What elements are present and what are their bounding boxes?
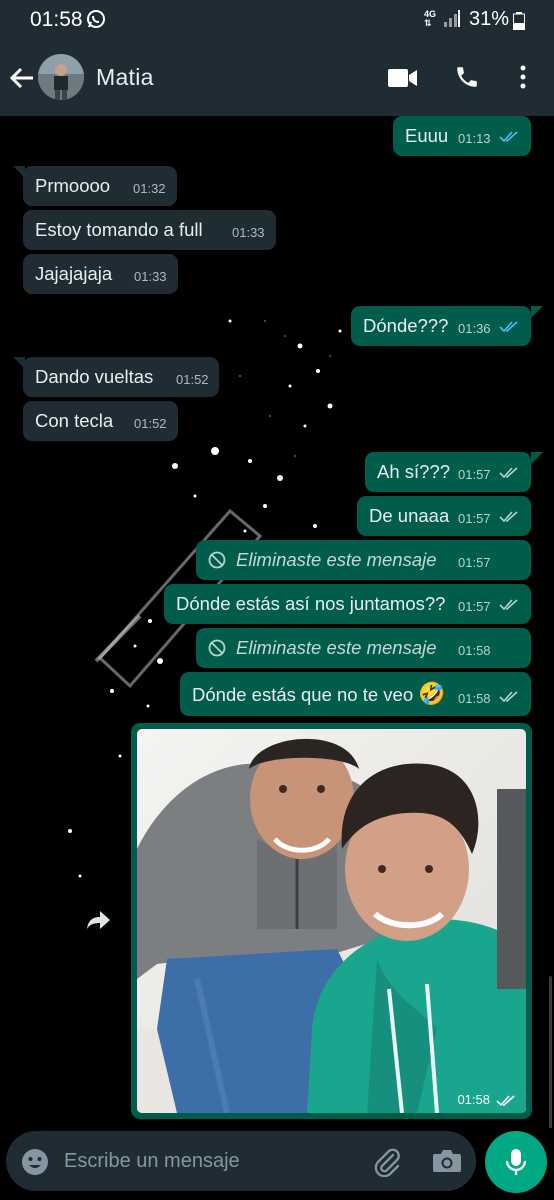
message-text: Eliminaste este mensaje [236, 549, 437, 570]
battery-percent: 31% [469, 8, 510, 30]
message-outgoing[interactable]: De unaaa 01:57 [357, 496, 531, 536]
message-outgoing[interactable]: Ah sí??? 01:57 [365, 452, 531, 492]
camera-icon[interactable] [432, 1148, 462, 1174]
more-menu-icon[interactable] [516, 64, 530, 90]
message-text: Eliminaste este mensaje [236, 637, 437, 658]
message-input[interactable]: Escribe un mensaje [64, 1150, 240, 1173]
message-text: Euuu [405, 125, 449, 146]
message-time: 01:57 [458, 511, 491, 526]
message-incoming[interactable]: Con tecla 01:52 [23, 401, 178, 441]
mic-icon [505, 1149, 527, 1175]
whatsapp-icon [87, 10, 105, 28]
message-time: 01:58 [458, 691, 491, 706]
message-deleted[interactable]: Eliminaste este mensaje 01:58 [196, 628, 531, 668]
message-deleted[interactable]: Eliminaste este mensaje 01:57 [196, 540, 531, 580]
message-incoming[interactable]: Prmoooo 01:32 [23, 166, 177, 206]
blocked-icon [208, 551, 226, 569]
chat-header: Matia [0, 40, 554, 116]
message-time: 01:57 [458, 467, 491, 482]
video-call-icon[interactable] [388, 67, 418, 89]
message-time: 01:33 [232, 225, 265, 240]
message-time: 01:13 [458, 131, 491, 146]
double-check-icon [499, 511, 518, 523]
battery-icon [513, 12, 525, 30]
chat-area[interactable]: Euuu 01:13 Prmoooo 01:32 Estoy tomando a… [0, 116, 554, 1128]
message-text: Ah sí??? [377, 461, 451, 482]
double-check-icon [499, 131, 518, 143]
forward-icon[interactable] [86, 909, 112, 931]
emoji-icon[interactable] [21, 1148, 49, 1176]
back-arrow-icon[interactable] [8, 64, 36, 92]
status-bar: 01:58 4G ⇅ 31% [0, 0, 554, 40]
mic-button[interactable] [485, 1131, 547, 1193]
signal-icon [444, 10, 460, 27]
blocked-icon [208, 639, 226, 657]
double-check-icon [499, 599, 518, 611]
message-text: Dónde estás así nos juntamos?? [176, 593, 446, 614]
message-outgoing[interactable]: Dónde estás así nos juntamos?? 01:57 [164, 584, 531, 624]
message-incoming[interactable]: Estoy tomando a full 01:33 [23, 210, 276, 250]
message-text: Dónde estás que no te veo 🤣 [192, 681, 446, 707]
double-check-icon [496, 1095, 515, 1107]
status-time: 01:58 [30, 8, 83, 31]
message-outgoing[interactable]: Dónde estás que no te veo 🤣 01:58 [180, 672, 531, 716]
message-text: Dónde??? [363, 315, 449, 336]
double-check-icon [499, 691, 518, 703]
message-time: 01:58 [458, 643, 491, 658]
message-time: 01:32 [133, 181, 166, 196]
message-incoming[interactable]: Jajajajaja 01:33 [23, 254, 178, 294]
avatar[interactable] [38, 54, 84, 100]
message-text: Jajajajaja [35, 263, 113, 284]
double-check-icon [499, 467, 518, 479]
message-time: 01:33 [134, 269, 167, 284]
bubble-tail [531, 452, 543, 464]
message-text: Con tecla [35, 410, 114, 431]
message-time: 01:36 [458, 321, 491, 336]
message-text: De unaaa [369, 505, 450, 526]
message-text: Prmoooo [35, 175, 111, 196]
message-incoming[interactable]: Dando vueltas 01:52 [23, 357, 219, 397]
scrollbar[interactable] [549, 976, 552, 1128]
message-time: 01:52 [176, 372, 209, 387]
double-check-icon [499, 321, 518, 333]
network-type: 4G ⇅ [424, 9, 437, 28]
laughing-emoji-icon: 🤣 [418, 681, 446, 706]
message-text: Dando vueltas [35, 366, 154, 387]
message-time: 01:52 [134, 416, 167, 431]
bubble-tail [531, 306, 543, 318]
message-outgoing[interactable]: Euuu 01:13 [393, 116, 531, 156]
message-text: Estoy tomando a full [35, 219, 203, 240]
contact-name[interactable]: Matia [96, 64, 154, 91]
message-image[interactable]: 01:58 [131, 723, 532, 1119]
phone-icon[interactable] [454, 64, 480, 90]
message-input-box[interactable]: Escribe un mensaje [6, 1131, 476, 1191]
photo-thumbnail[interactable] [137, 729, 526, 1113]
message-outgoing[interactable]: Dónde??? 01:36 [351, 306, 531, 346]
message-time: 01:58 [457, 1092, 490, 1107]
message-text-body: Dónde estás que no te veo [192, 684, 414, 705]
attach-icon[interactable] [372, 1147, 402, 1177]
message-time: 01:57 [458, 555, 491, 570]
composer: Escribe un mensaje [0, 1128, 554, 1200]
message-time: 01:57 [458, 599, 491, 614]
